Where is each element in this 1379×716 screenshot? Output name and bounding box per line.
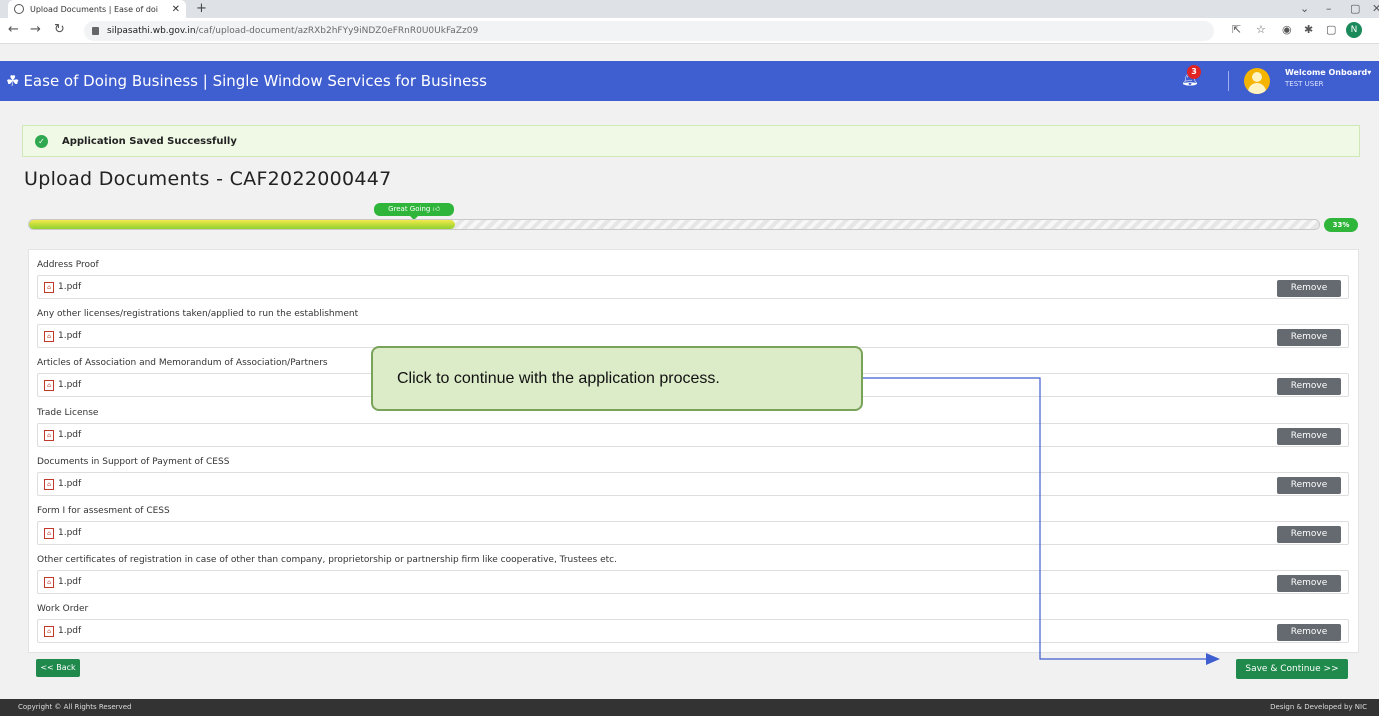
browser-tab[interactable]: Upload Documents | Ease of doi ✕	[8, 0, 186, 18]
success-alert: ✓ Application Saved Successfully	[22, 125, 1360, 157]
progress-tooltip: Great Going 👍︎	[374, 203, 454, 220]
close-window-icon[interactable]: ✕	[1372, 2, 1379, 15]
file-field: ⌂ 1.pdf Remove	[37, 521, 1349, 545]
document-label: Any other licenses/registrations taken/a…	[37, 309, 359, 319]
progress-percent: 33%	[1324, 218, 1358, 232]
file-field: ⌂ 1.pdf Remove	[37, 570, 1349, 594]
url-host: silpasathi.wb.gov.in	[107, 26, 196, 36]
file-link[interactable]: 1.pdf	[58, 380, 81, 390]
close-tab-icon[interactable]: ✕	[172, 4, 180, 15]
progress-bar	[28, 219, 1320, 230]
pdf-icon: ⌂	[44, 330, 54, 342]
tab-title: Upload Documents | Ease of doi	[30, 4, 159, 14]
back-arrow-icon[interactable]: ←	[8, 22, 19, 37]
save-continue-button[interactable]: Save & Continue >>	[1236, 659, 1348, 679]
reload-icon[interactable]: ↻	[54, 22, 65, 37]
new-tab-icon[interactable]: +	[196, 1, 207, 16]
remove-button[interactable]: Remove	[1277, 526, 1341, 543]
extension-icon[interactable]: ◉	[1282, 23, 1292, 36]
documents-card: Address Proof ⌂ 1.pdf Remove Any other l…	[28, 249, 1359, 653]
file-field: ⌂ 1.pdf Remove	[37, 472, 1349, 496]
tab-search-icon[interactable]: ⌄	[1300, 2, 1309, 15]
file-link[interactable]: 1.pdf	[58, 528, 81, 538]
sidepanel-icon[interactable]: ▢	[1326, 23, 1336, 36]
alert-message: Application Saved Successfully	[62, 135, 237, 147]
notification-badge: 3	[1187, 65, 1201, 79]
page-title: Upload Documents - CAF2022000447	[24, 168, 392, 190]
user-menu[interactable]: Welcome Onboard▾	[1285, 68, 1371, 77]
file-field: ⌂ 1.pdf Remove	[37, 619, 1349, 643]
pdf-icon: ⌂	[44, 281, 54, 293]
forward-arrow-icon[interactable]: →	[30, 22, 41, 37]
document-label: Other certificates of registration in ca…	[37, 555, 617, 565]
footer: Copyright © All Rights Reserved Design &…	[0, 699, 1379, 716]
thumbs-up-icon: 👍︎	[432, 205, 440, 213]
document-item: Any other licenses/registrations taken/a…	[37, 307, 1349, 348]
remove-button[interactable]: Remove	[1277, 575, 1341, 592]
app-header: ☘ Ease of Doing Business | Single Window…	[0, 61, 1379, 101]
puzzle-icon[interactable]: ✱	[1304, 23, 1313, 36]
share-icon[interactable]: ⇱	[1232, 23, 1241, 36]
check-circle-icon: ✓	[35, 134, 48, 148]
file-link[interactable]: 1.pdf	[58, 430, 81, 440]
browser-tab-bar: Upload Documents | Ease of doi ✕ + ⌄ – ▢…	[0, 0, 1379, 18]
instruction-callout: Click to continue with the application p…	[371, 346, 863, 411]
remove-button[interactable]: Remove	[1277, 428, 1341, 445]
pdf-icon: ⌂	[44, 527, 54, 539]
document-item: Address Proof ⌂ 1.pdf Remove	[37, 258, 1349, 299]
file-field: ⌂ 1.pdf Remove	[37, 275, 1349, 299]
file-link[interactable]: 1.pdf	[58, 577, 81, 587]
browser-toolbar: ← → ↻ silpasathi.wb.gov.in /caf/upload-d…	[0, 18, 1379, 44]
document-label: Form I for assesment of CESS	[37, 506, 170, 516]
credit-text: Design & Developed by NIC	[1270, 703, 1367, 711]
pdf-icon: ⌂	[44, 576, 54, 588]
file-link[interactable]: 1.pdf	[58, 331, 81, 341]
back-button[interactable]: << Back	[36, 659, 80, 677]
header-divider	[1228, 71, 1229, 91]
remove-button[interactable]: Remove	[1277, 378, 1341, 395]
document-item: Form I for assesment of CESS ⌂ 1.pdf Rem…	[37, 504, 1349, 545]
address-bar[interactable]: silpasathi.wb.gov.in /caf/upload-documen…	[84, 21, 1214, 41]
pdf-icon: ⌂	[44, 625, 54, 637]
remove-button[interactable]: Remove	[1277, 329, 1341, 346]
file-field: ⌂ 1.pdf Remove	[37, 324, 1349, 348]
user-avatar[interactable]	[1244, 68, 1270, 94]
file-link[interactable]: 1.pdf	[58, 626, 81, 636]
document-label: Documents in Support of Payment of CESS	[37, 457, 230, 467]
document-item: Documents in Support of Payment of CESS …	[37, 455, 1349, 496]
remove-button[interactable]: Remove	[1277, 280, 1341, 297]
document-item: Trade License ⌂ 1.pdf Remove	[37, 406, 1349, 447]
document-item: Work Order ⌂ 1.pdf Remove	[37, 602, 1349, 643]
profile-avatar[interactable]: N	[1346, 22, 1362, 38]
caret-down-icon: ▾	[1367, 68, 1372, 77]
file-link[interactable]: 1.pdf	[58, 282, 81, 292]
user-name: TEST USER	[1285, 80, 1324, 88]
star-icon[interactable]: ☆	[1256, 23, 1266, 36]
pdf-icon: ⌂	[44, 478, 54, 490]
lock-icon	[92, 27, 99, 35]
pdf-icon: ⌂	[44, 429, 54, 441]
file-link[interactable]: 1.pdf	[58, 479, 81, 489]
file-field: ⌂ 1.pdf Remove	[37, 423, 1349, 447]
progress-fill	[29, 220, 455, 229]
remove-button[interactable]: Remove	[1277, 624, 1341, 641]
remove-button[interactable]: Remove	[1277, 477, 1341, 494]
welcome-text: Welcome Onboard	[1285, 68, 1368, 77]
url-path: /caf/upload-document/azRXb2hFYy9iNDZ0eFR…	[195, 26, 479, 36]
document-label: Work Order	[37, 604, 89, 614]
copyright-text: Copyright © All Rights Reserved	[18, 703, 132, 711]
minimize-icon[interactable]: –	[1326, 2, 1332, 15]
callout-text: Click to continue with the application p…	[397, 370, 720, 387]
network-icon: ☘	[6, 72, 20, 90]
pdf-icon: ⌂	[44, 379, 54, 391]
restore-icon[interactable]: ▢	[1350, 2, 1360, 15]
brand-title: Ease of Doing Business | Single Window S…	[23, 72, 487, 90]
notification-bell[interactable]: 🔔︎ 3	[1181, 65, 1201, 87]
document-label: Address Proof	[37, 260, 99, 270]
globe-icon	[14, 4, 24, 14]
brand[interactable]: ☘ Ease of Doing Business | Single Window…	[6, 72, 487, 90]
document-item: Other certificates of registration in ca…	[37, 553, 1349, 594]
